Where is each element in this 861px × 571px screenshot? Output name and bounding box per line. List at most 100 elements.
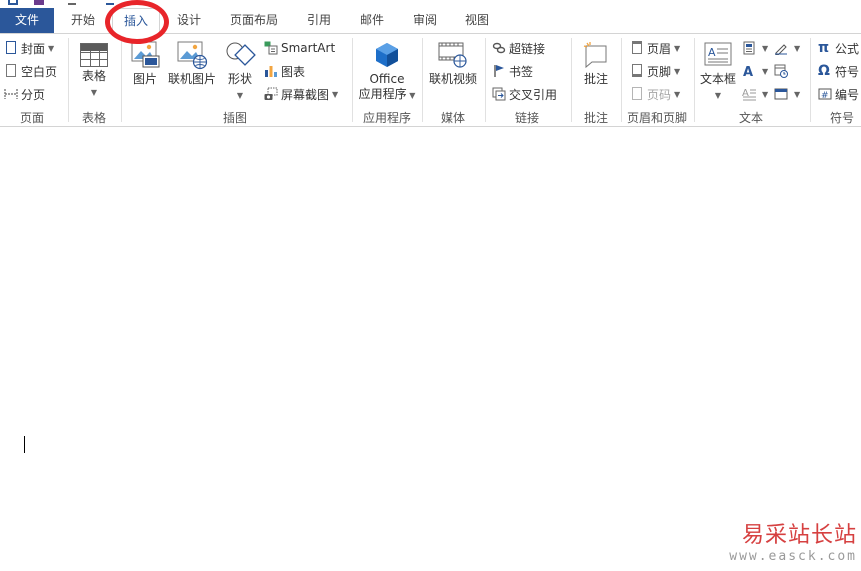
quick-parts-button[interactable]: ▼: [742, 38, 768, 58]
bookmark-button[interactable]: 书签: [492, 61, 533, 81]
group-separator: [68, 38, 69, 122]
blank-page-button[interactable]: 空白页: [4, 61, 57, 81]
bookmark-flag-icon: [492, 64, 506, 78]
tab-design[interactable]: 设计: [168, 8, 210, 34]
tab-view[interactable]: 视图: [456, 8, 498, 34]
new-comment-button[interactable]: 批注: [576, 38, 616, 87]
group-label-header-footer: 页眉和页脚: [626, 111, 687, 125]
symbol-button[interactable]: Ω 符号: [818, 61, 859, 81]
numbering-button[interactable]: # 编号: [818, 84, 859, 104]
quick-parts-icon: [742, 41, 756, 55]
chevron-down-icon: ▼: [674, 43, 681, 53]
smartart-icon: [264, 41, 278, 55]
drop-cap-button[interactable]: A ▼: [742, 84, 768, 104]
group-label-text: 文本: [738, 111, 763, 125]
save-icon[interactable]: [8, 0, 18, 5]
signature-line-button[interactable]: ▼: [774, 38, 800, 58]
watermark-title: 易采站长站: [741, 523, 857, 548]
equation-button[interactable]: π 公式: [818, 38, 859, 58]
tab-home[interactable]: 开始: [62, 8, 104, 34]
drop-cap-icon: A: [742, 87, 756, 101]
tab-file[interactable]: 文件: [0, 8, 54, 34]
chevron-down-icon: ▼: [794, 43, 801, 53]
screenshot-button[interactable]: 屏幕截图 ▼: [264, 84, 338, 104]
chevron-down-icon: ▼: [714, 91, 722, 100]
online-video-icon: [437, 40, 469, 70]
chevron-down-icon: ▼: [762, 43, 769, 53]
chart-icon: [264, 64, 278, 78]
group-label-tables: 表格: [81, 111, 106, 125]
undo-icon[interactable]: [68, 0, 76, 5]
group-label-pages: 页面: [19, 111, 44, 125]
group-separator: [810, 38, 811, 122]
group-label-apps: 应用程序: [362, 111, 411, 125]
chevron-down-icon: ▼: [90, 88, 98, 97]
page-number-icon: [630, 87, 644, 101]
cross-reference-button[interactable]: 交叉引用: [492, 84, 557, 104]
text-box-button[interactable]: A 文本框 ▼: [698, 38, 738, 101]
group-label-symbols: 符号: [829, 111, 854, 125]
signature-pen-icon: [774, 41, 788, 56]
page-break-icon: [4, 87, 18, 101]
footer-button[interactable]: 页脚 ▼: [630, 61, 680, 81]
cross-reference-icon: [492, 87, 506, 101]
redo-icon[interactable]: [106, 0, 114, 5]
svg-text:A: A: [743, 65, 753, 78]
group-separator: [694, 38, 695, 122]
calendar-clock-icon: [774, 64, 788, 78]
shapes-icon: [224, 40, 256, 70]
comment-icon: [580, 40, 612, 70]
tab-page-layout[interactable]: 页面布局: [222, 8, 286, 34]
chevron-down-icon: ▼: [674, 89, 681, 99]
group-label-illustrations: 插图: [222, 111, 247, 125]
page-break-button[interactable]: 分页: [4, 84, 45, 104]
tab-review[interactable]: 审阅: [404, 8, 446, 34]
smartart-button[interactable]: SmartArt: [264, 38, 335, 58]
cover-page-icon: [4, 41, 18, 55]
footer-icon: [630, 64, 644, 78]
text-cursor: [24, 436, 25, 453]
watermark: 易采站长站 www.easck.com: [729, 523, 857, 565]
object-button[interactable]: ▼: [774, 84, 800, 104]
cover-page-button[interactable]: 封面 ▼: [4, 38, 54, 58]
date-time-button[interactable]: [774, 61, 791, 81]
annotation-circle: [105, 0, 169, 44]
chevron-down-icon: ▼: [332, 89, 339, 99]
hyperlink-button[interactable]: 超链接: [492, 38, 545, 58]
group-label-links: 链接: [514, 111, 539, 125]
pi-icon: π: [818, 40, 830, 56]
tab-mailings[interactable]: 邮件: [351, 8, 393, 34]
chevron-down-icon: ▼: [236, 91, 244, 100]
svg-text:#: #: [821, 91, 829, 101]
header-icon: [630, 41, 644, 55]
chart-button[interactable]: 图表: [264, 61, 305, 81]
omega-icon: Ω: [818, 63, 830, 79]
online-picture-icon: [176, 40, 208, 70]
wordart-button[interactable]: A ▼: [742, 61, 768, 81]
chevron-down-icon: ▼: [762, 66, 769, 76]
table-button[interactable]: 表格 ▼: [74, 38, 114, 98]
ribbon-divider: [0, 126, 861, 127]
chevron-down-icon: ▼: [406, 91, 416, 100]
tab-references[interactable]: 引用: [298, 8, 340, 34]
table-icon: [80, 43, 108, 67]
text-box-icon: A: [702, 40, 734, 70]
object-icon: [774, 87, 788, 101]
page-number-button[interactable]: 页码 ▼: [630, 84, 680, 104]
link-icon: [492, 41, 506, 55]
word-window: 文件 开始 插入 设计 页面布局 引用 邮件 审阅 视图 封面 ▼ 空白页 分页 …: [0, 0, 861, 571]
screenshot-icon: [264, 87, 278, 101]
shapes-button[interactable]: 形状 ▼: [220, 38, 260, 101]
online-video-button[interactable]: 联机视频: [426, 38, 480, 87]
online-pictures-button[interactable]: 联机图片: [166, 38, 218, 87]
group-label-media: 媒体: [440, 111, 465, 125]
pictures-button[interactable]: 图片: [126, 38, 164, 87]
blank-page-icon: [4, 64, 18, 78]
picture-icon: [129, 40, 161, 70]
group-label-comments: 批注: [583, 111, 608, 125]
office-apps-button[interactable]: Office 应用程序 ▼: [356, 38, 418, 103]
chevron-down-icon: ▼: [48, 43, 55, 53]
header-button[interactable]: 页眉 ▼: [630, 38, 680, 58]
wordart-icon: A: [742, 64, 756, 80]
chevron-down-icon: ▼: [762, 89, 769, 99]
